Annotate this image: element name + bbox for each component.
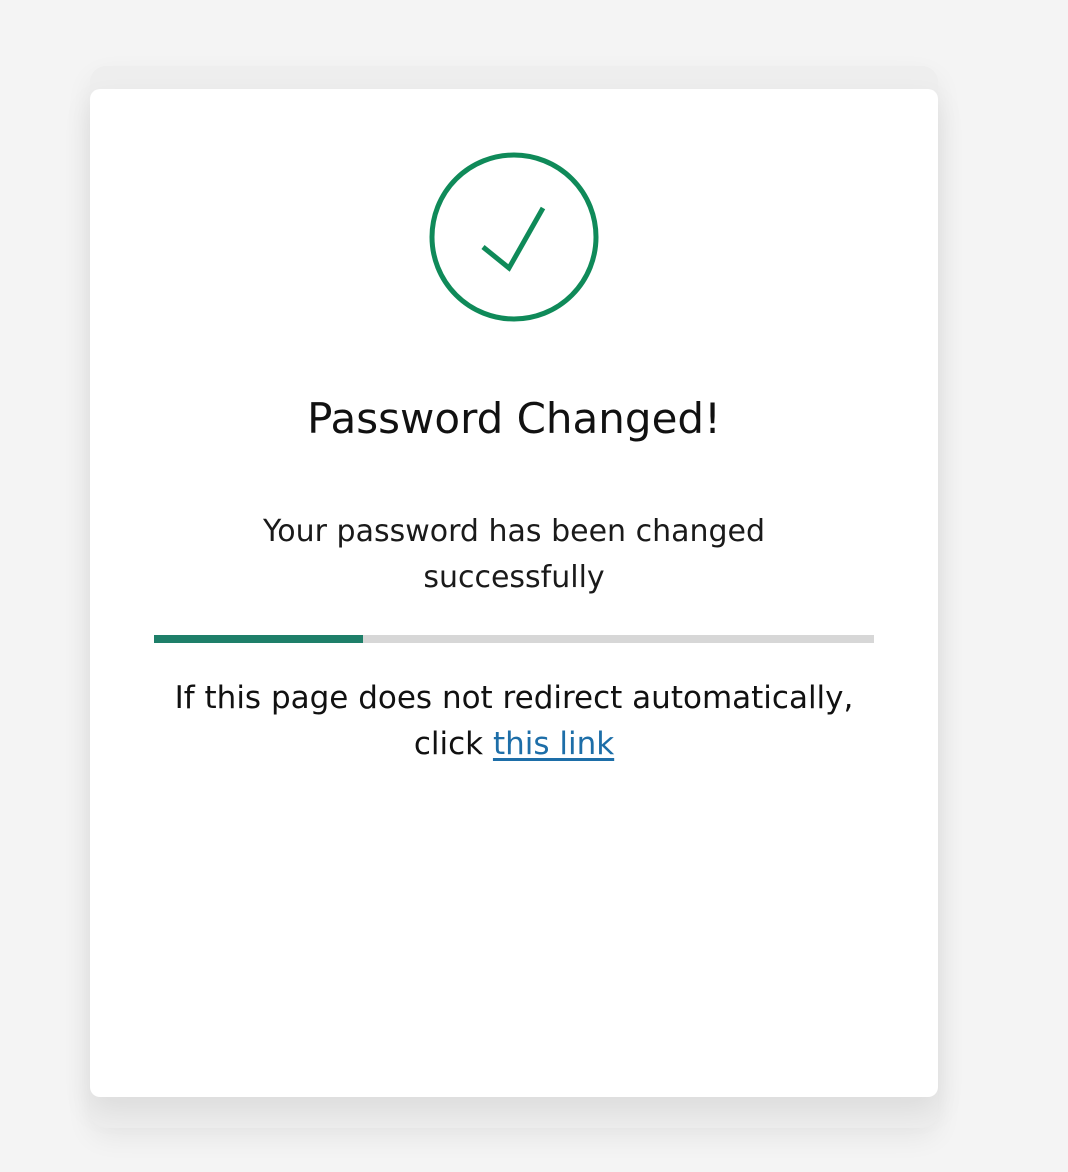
checkmark-icon (481, 206, 546, 272)
redirect-link[interactable]: this link (493, 726, 614, 762)
password-changed-card: Password Changed! Your password has been… (90, 89, 938, 1097)
redirect-message: If this page does not redirect automatic… (144, 675, 884, 767)
check-circle-outline (429, 152, 599, 322)
redirect-progress-bar (154, 635, 874, 643)
page-title: Password Changed! (307, 394, 721, 443)
redirect-progress-fill (154, 635, 363, 643)
success-message: Your password has been changed successfu… (262, 514, 766, 595)
check-circle-icon (429, 152, 599, 322)
